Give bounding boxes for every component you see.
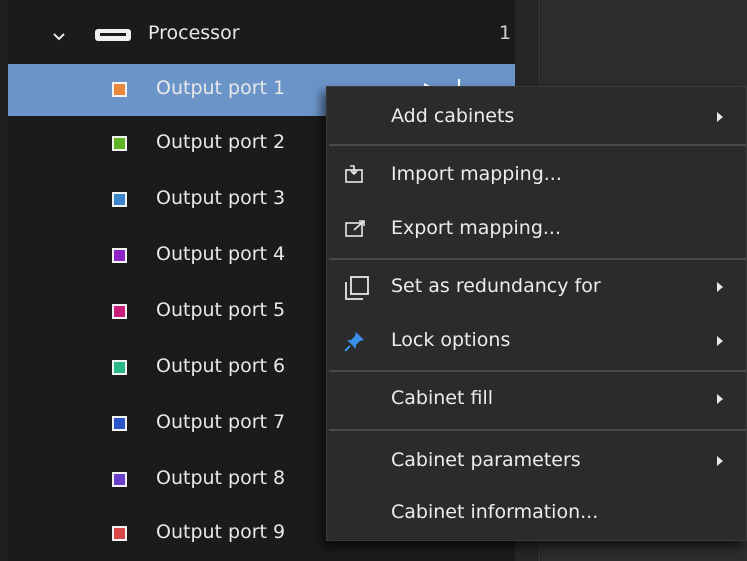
processor-device-icon [94, 26, 132, 48]
chevron-down-icon[interactable] [52, 26, 66, 48]
menu-item-label: Set as redundancy for [391, 275, 601, 297]
menu-item-cabinet-parameters[interactable]: Cabinet parameters [327, 439, 746, 483]
port-color-swatch [112, 472, 127, 487]
port-label: Output port 9 [156, 521, 286, 543]
menu-item-cabinet-fill[interactable]: Cabinet fill [327, 377, 746, 421]
port-label: Output port 1 [156, 77, 286, 99]
port-label: Output port 3 [156, 187, 286, 209]
submenu-arrow-icon [717, 282, 723, 292]
submenu-arrow-icon [717, 336, 723, 346]
menu-separator [329, 258, 746, 260]
menu-separator [329, 370, 746, 372]
menu-item-label: Cabinet information... [391, 501, 599, 523]
submenu-arrow-icon [717, 456, 723, 466]
port-label: Output port 6 [156, 355, 286, 377]
context-menu: Add cabinets Import mapping... Export ma… [326, 86, 747, 541]
port-label: Output port 7 [156, 411, 286, 433]
submenu-arrow-icon [717, 112, 723, 122]
port-color-swatch [112, 82, 127, 97]
port-color-swatch [112, 248, 127, 263]
menu-item-export-mapping[interactable]: Export mapping... [327, 207, 746, 251]
menu-separator [329, 429, 746, 431]
port-label: Output port 2 [156, 131, 286, 153]
port-label: Output port 5 [156, 299, 286, 321]
tree-row-processor[interactable]: Processor 1 [8, 8, 515, 60]
menu-item-label: Cabinet parameters [391, 449, 581, 471]
menu-item-set-redundancy[interactable]: Set as redundancy for [327, 265, 746, 309]
menu-item-import-mapping[interactable]: Import mapping... [327, 153, 746, 197]
menu-item-cabinet-information[interactable]: Cabinet information... [327, 491, 746, 535]
menu-item-label: Export mapping... [391, 217, 562, 239]
processor-count: 1 [499, 22, 512, 44]
export-icon [344, 218, 368, 243]
port-color-swatch [112, 360, 127, 375]
menu-separator [329, 144, 746, 146]
import-icon [344, 164, 366, 189]
port-color-swatch [112, 136, 127, 151]
menu-item-label: Cabinet fill [391, 387, 493, 409]
port-color-swatch [112, 416, 127, 431]
port-color-swatch [112, 304, 127, 319]
pin-icon [344, 330, 366, 357]
menu-item-label: Import mapping... [391, 163, 562, 185]
port-color-swatch [112, 192, 127, 207]
processor-label: Processor [148, 22, 240, 44]
menu-item-label: Lock options [391, 329, 511, 351]
menu-item-lock-options[interactable]: Lock options [327, 319, 746, 363]
menu-item-add-cabinets[interactable]: Add cabinets [327, 95, 746, 139]
menu-item-label: Add cabinets [391, 105, 515, 127]
redundancy-icon [344, 276, 370, 305]
port-color-swatch [112, 526, 127, 541]
port-label: Output port 4 [156, 243, 286, 265]
port-label: Output port 8 [156, 467, 286, 489]
submenu-arrow-icon [717, 394, 723, 404]
